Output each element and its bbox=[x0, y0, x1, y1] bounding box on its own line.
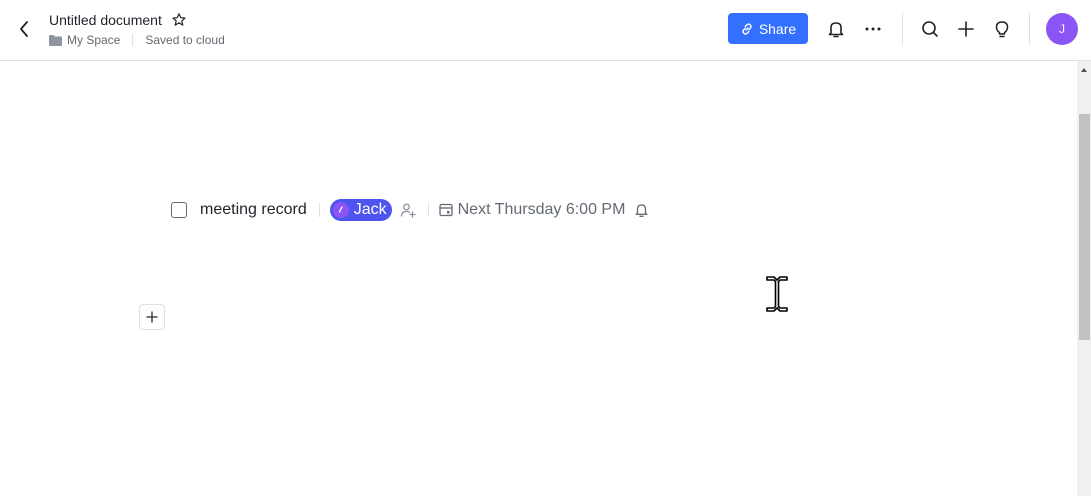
save-status: Saved to cloud bbox=[145, 33, 225, 47]
plus-icon[interactable] bbox=[955, 18, 977, 40]
user-avatar[interactable]: J bbox=[1046, 13, 1078, 45]
task-divider bbox=[318, 203, 320, 217]
add-assignee-icon[interactable] bbox=[400, 202, 416, 218]
assignee-avatar bbox=[332, 202, 349, 218]
task-row: meeting record Jack Next Thursday 6:00 P… bbox=[171, 199, 649, 221]
link-icon bbox=[742, 22, 752, 35]
add-block-plus-icon bbox=[146, 311, 158, 323]
top-bar: Untitled document My Space Saved to clou… bbox=[0, 0, 1091, 61]
due-date[interactable]: Next Thursday 6:00 PM bbox=[438, 201, 626, 219]
assignee-mention[interactable]: Jack bbox=[329, 199, 392, 221]
breadcrumb: My Space Saved to cloud bbox=[49, 33, 225, 47]
task-title[interactable]: meeting record bbox=[200, 201, 307, 219]
add-block-button[interactable] bbox=[139, 304, 165, 330]
text-cursor-icon bbox=[766, 276, 788, 312]
scroll-up-arrow-icon[interactable] bbox=[1080, 66, 1088, 74]
share-button[interactable]: Share bbox=[728, 13, 808, 44]
header-divider bbox=[1029, 13, 1030, 45]
lightbulb-icon[interactable] bbox=[991, 18, 1013, 40]
scrollbar-thumb[interactable] bbox=[1079, 114, 1090, 340]
document-title[interactable]: Untitled document bbox=[49, 12, 162, 28]
reminder-bell-icon[interactable] bbox=[634, 202, 649, 218]
back-arrow-icon[interactable] bbox=[14, 18, 34, 40]
star-icon[interactable] bbox=[171, 12, 187, 28]
due-date-label: Next Thursday 6:00 PM bbox=[457, 201, 626, 218]
header-divider bbox=[902, 13, 903, 45]
task-checkbox[interactable] bbox=[171, 202, 187, 218]
search-icon[interactable] bbox=[919, 18, 941, 40]
bell-icon[interactable] bbox=[825, 18, 847, 40]
calendar-icon bbox=[438, 203, 453, 217]
assignee-name: Jack bbox=[353, 201, 387, 218]
breadcrumb-my-space[interactable]: My Space bbox=[67, 33, 120, 47]
folder-icon bbox=[49, 34, 62, 46]
task-divider bbox=[427, 203, 429, 217]
breadcrumb-divider bbox=[132, 34, 134, 46]
share-label: Share bbox=[758, 20, 797, 37]
more-icon[interactable] bbox=[862, 18, 884, 40]
